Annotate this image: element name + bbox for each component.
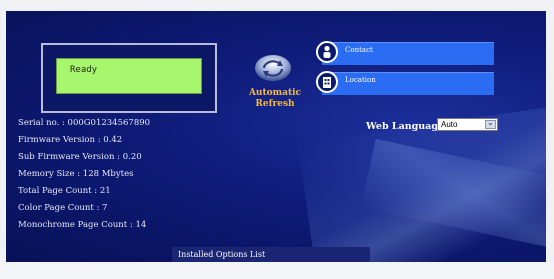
sub-firmware-version: Sub Firmware Version : 0.20 bbox=[18, 152, 142, 162]
serial-number: Serial no. : 000G01234567890 bbox=[18, 118, 151, 128]
lcd-display-frame: Ready bbox=[41, 43, 217, 113]
location-link-label: Location bbox=[345, 76, 376, 84]
location-building-icon[interactable] bbox=[316, 71, 338, 93]
contact-link[interactable]: Contact bbox=[322, 42, 494, 65]
bottom-strip bbox=[0, 262, 554, 279]
contact-person-icon[interactable] bbox=[316, 41, 338, 63]
web-language-label: Web Language: bbox=[366, 121, 448, 132]
contact-link-label: Contact bbox=[345, 46, 373, 54]
page-frame: Ready Automatic Refresh Contact Location… bbox=[0, 0, 554, 279]
web-language-select[interactable]: Auto ⌄ bbox=[437, 118, 498, 131]
monochrome-page-count: Monochrome Page Count : 14 bbox=[18, 220, 147, 230]
installed-options-label: Installed Options List bbox=[178, 250, 266, 259]
location-link[interactable]: Location bbox=[322, 72, 494, 95]
refresh-icon[interactable] bbox=[253, 53, 293, 83]
background-sheen-secondary bbox=[361, 138, 546, 254]
status-panel: Ready Automatic Refresh Contact Location… bbox=[6, 11, 546, 262]
installed-options-list[interactable]: Installed Options List bbox=[172, 247, 370, 262]
chevron-down-icon[interactable]: ⌄ bbox=[485, 118, 496, 129]
web-language-value: Auto bbox=[441, 120, 458, 129]
automatic-refresh-label[interactable]: Automatic Refresh bbox=[246, 88, 304, 110]
memory-size: Memory Size : 128 Mbytes bbox=[18, 169, 134, 179]
total-page-count: Total Page Count : 21 bbox=[18, 186, 111, 196]
lcd-display: Ready bbox=[56, 58, 202, 94]
color-page-count: Color Page Count : 7 bbox=[18, 203, 108, 213]
lcd-status-text: Ready bbox=[70, 65, 98, 75]
firmware-version: Firmware Version : 0.42 bbox=[18, 135, 123, 145]
